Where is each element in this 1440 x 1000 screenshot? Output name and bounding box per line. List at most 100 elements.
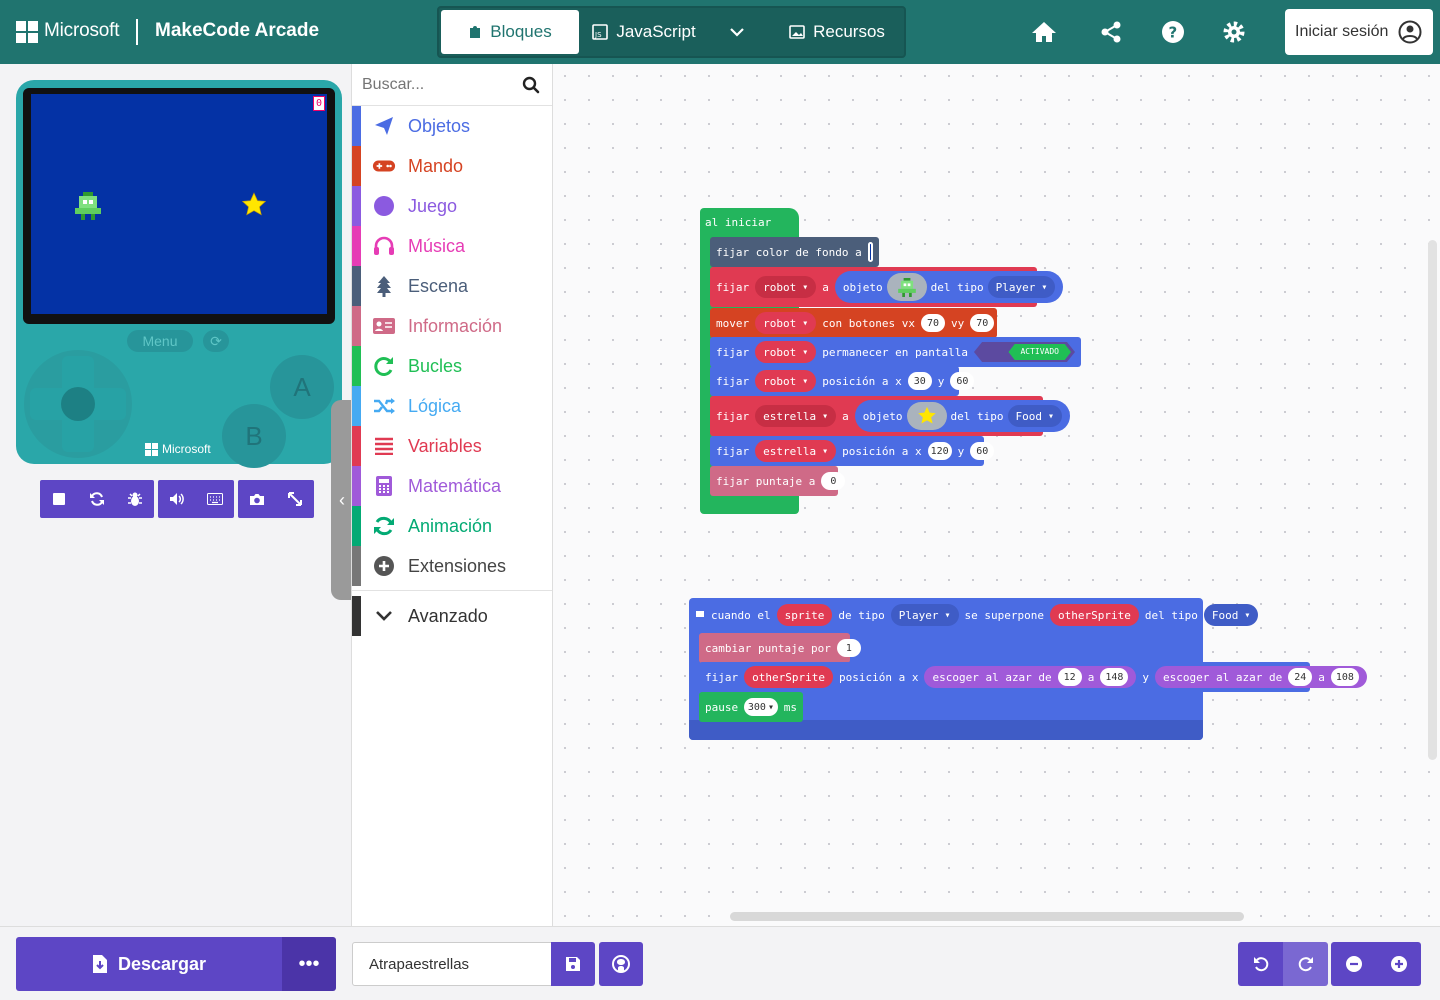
tab-javascript[interactable]: JS JavaScript — [585, 10, 703, 54]
kind-dropdown[interactable]: Food — [1007, 405, 1063, 427]
horizontal-scrollbar[interactable] — [730, 912, 1244, 921]
sprite-image-editor[interactable] — [906, 402, 947, 430]
sign-in-button[interactable]: Iniciar sesión — [1285, 9, 1433, 55]
download-button[interactable]: Descargar — [16, 937, 282, 991]
fullscreen-button[interactable] — [276, 480, 314, 518]
star-variable-dropdown[interactable]: estrella — [755, 440, 837, 462]
block-label: de tipo — [838, 608, 885, 622]
search-icon[interactable] — [522, 76, 540, 94]
menu-button[interactable]: Menu — [127, 330, 193, 352]
pause-block[interactable]: pause 300 ms — [699, 692, 803, 722]
set-other-position-block[interactable]: fijar otherSprite posición a x escoger a… — [699, 662, 1367, 692]
a-button[interactable]: A — [270, 355, 334, 419]
console-reset-button[interactable]: ⟳ — [203, 330, 229, 352]
set-score-block[interactable]: fijar puntaje a 0 — [710, 466, 846, 496]
category-mando[interactable]: Mando — [352, 146, 552, 186]
vy-input[interactable]: 70 — [970, 314, 995, 332]
category-bucles[interactable]: Bucles — [352, 346, 552, 386]
category-logica[interactable]: Lógica — [352, 386, 552, 426]
sign-in-label: Iniciar sesión — [1295, 23, 1389, 40]
kind-dropdown[interactable]: Player — [890, 604, 959, 626]
comment-icon[interactable] — [695, 610, 705, 620]
mute-button[interactable] — [158, 480, 196, 518]
min-input[interactable]: 12 — [1057, 668, 1082, 686]
pause-dropdown[interactable]: 300 — [744, 698, 778, 716]
star-variable-dropdown[interactable]: estrella — [755, 405, 837, 427]
tab-blocks[interactable]: Bloques — [441, 10, 579, 54]
undo-button[interactable] — [1238, 942, 1283, 986]
collapse-simulator-button[interactable]: ‹ — [331, 400, 353, 600]
score-input[interactable]: 0 — [821, 472, 846, 490]
robot-variable-dropdown[interactable]: robot — [755, 276, 817, 298]
change-input[interactable]: 1 — [836, 639, 861, 657]
restart-button[interactable] — [78, 480, 116, 518]
random-y-block[interactable]: escoger al azar de 24 a 108 — [1155, 666, 1367, 688]
stay-in-screen-block[interactable]: fijar robot permanecer en pantalla ACTIV… — [710, 337, 1081, 367]
move-with-buttons-block[interactable]: mover robot con botones vx 70 vy 70 — [710, 308, 997, 338]
robot-variable-dropdown[interactable]: robot — [755, 341, 817, 363]
debug-button[interactable] — [116, 480, 154, 518]
tab-assets[interactable]: Recursos — [769, 10, 905, 54]
max-input[interactable]: 148 — [1100, 668, 1129, 686]
vertical-scrollbar[interactable] — [1428, 240, 1437, 760]
other-sprite-variable[interactable]: otherSprite — [744, 666, 833, 688]
keyboard-button[interactable] — [196, 480, 234, 518]
robot-variable-dropdown[interactable]: robot — [755, 312, 817, 334]
zoom-in-button[interactable] — [1376, 942, 1421, 986]
y-input[interactable]: 60 — [970, 442, 995, 460]
create-sprite-block[interactable]: objeto del tipo Player — [834, 271, 1064, 303]
category-variables[interactable]: Variables — [352, 426, 552, 466]
color-swatch[interactable] — [867, 242, 873, 262]
category-informacion[interactable]: Información — [352, 306, 552, 346]
brand-label[interactable]: Microsoft — [44, 20, 119, 42]
min-input[interactable]: 24 — [1288, 668, 1313, 686]
stop-button[interactable] — [40, 480, 78, 518]
x-input[interactable]: 120 — [927, 442, 952, 460]
random-x-block[interactable]: escoger al azar de 12 a 148 — [924, 666, 1137, 688]
set-star-position-block[interactable]: fijar estrella posición a x 120 y 60 — [710, 436, 995, 466]
x-input[interactable]: 30 — [907, 372, 932, 390]
dpad[interactable] — [24, 350, 132, 458]
max-input[interactable]: 108 — [1330, 668, 1359, 686]
more-options-button[interactable]: ••• — [282, 937, 336, 991]
vx-input[interactable]: 70 — [921, 314, 945, 332]
redo-button[interactable] — [1283, 942, 1328, 986]
category-musica[interactable]: Música — [352, 226, 552, 266]
kind-dropdown[interactable]: Player — [987, 276, 1056, 298]
save-button[interactable] — [551, 942, 595, 986]
sprite-image-editor[interactable] — [886, 273, 927, 301]
set-robot-position-block[interactable]: fijar robot posición a x 30 y 60 — [710, 366, 975, 396]
language-dropdown[interactable] — [709, 10, 765, 54]
home-button[interactable] — [1028, 16, 1060, 48]
blocks-workspace[interactable] — [553, 64, 1440, 926]
create-sprite-block[interactable]: objeto del tipo Food — [854, 400, 1071, 432]
robot-variable-dropdown[interactable]: robot — [755, 370, 817, 392]
category-objetos[interactable]: Objetos — [352, 106, 552, 146]
toggle-switch[interactable]: ACTIVADO — [973, 342, 1075, 362]
kind-dropdown[interactable]: Food — [1203, 604, 1259, 626]
game-screen[interactable]: 0 — [31, 94, 327, 314]
b-button[interactable]: B — [222, 404, 286, 468]
other-sprite-param[interactable]: otherSprite — [1049, 604, 1139, 626]
y-input[interactable]: 60 — [950, 372, 975, 390]
change-score-block[interactable]: cambiar puntaje por 1 — [699, 633, 861, 663]
help-button[interactable]: ? — [1157, 16, 1189, 48]
screenshot-button[interactable] — [238, 480, 276, 518]
category-escena[interactable]: Escena — [352, 266, 552, 306]
set-background-block[interactable]: fijar color de fondo a — [710, 237, 879, 267]
app-name[interactable]: MakeCode Arcade — [155, 20, 319, 42]
category-extensiones[interactable]: Extensiones — [352, 546, 552, 586]
set-robot-sprite-block[interactable]: fijar robot a objeto del tipo Player — [710, 267, 1064, 307]
project-name-input[interactable] — [352, 942, 552, 986]
sprite-param[interactable]: sprite — [776, 604, 833, 626]
set-star-sprite-block[interactable]: fijar estrella a objeto del tipo Food — [710, 396, 1071, 436]
category-juego[interactable]: Juego — [352, 186, 552, 226]
category-avanzado[interactable]: Avanzado — [352, 596, 552, 636]
share-button[interactable] — [1095, 16, 1127, 48]
category-matematica[interactable]: Matemática — [352, 466, 552, 506]
zoom-out-button[interactable] — [1331, 942, 1376, 986]
settings-button[interactable] — [1218, 16, 1250, 48]
category-animacion[interactable]: Animación — [352, 506, 552, 546]
search-input[interactable] — [362, 74, 512, 96]
github-button[interactable] — [599, 942, 643, 986]
